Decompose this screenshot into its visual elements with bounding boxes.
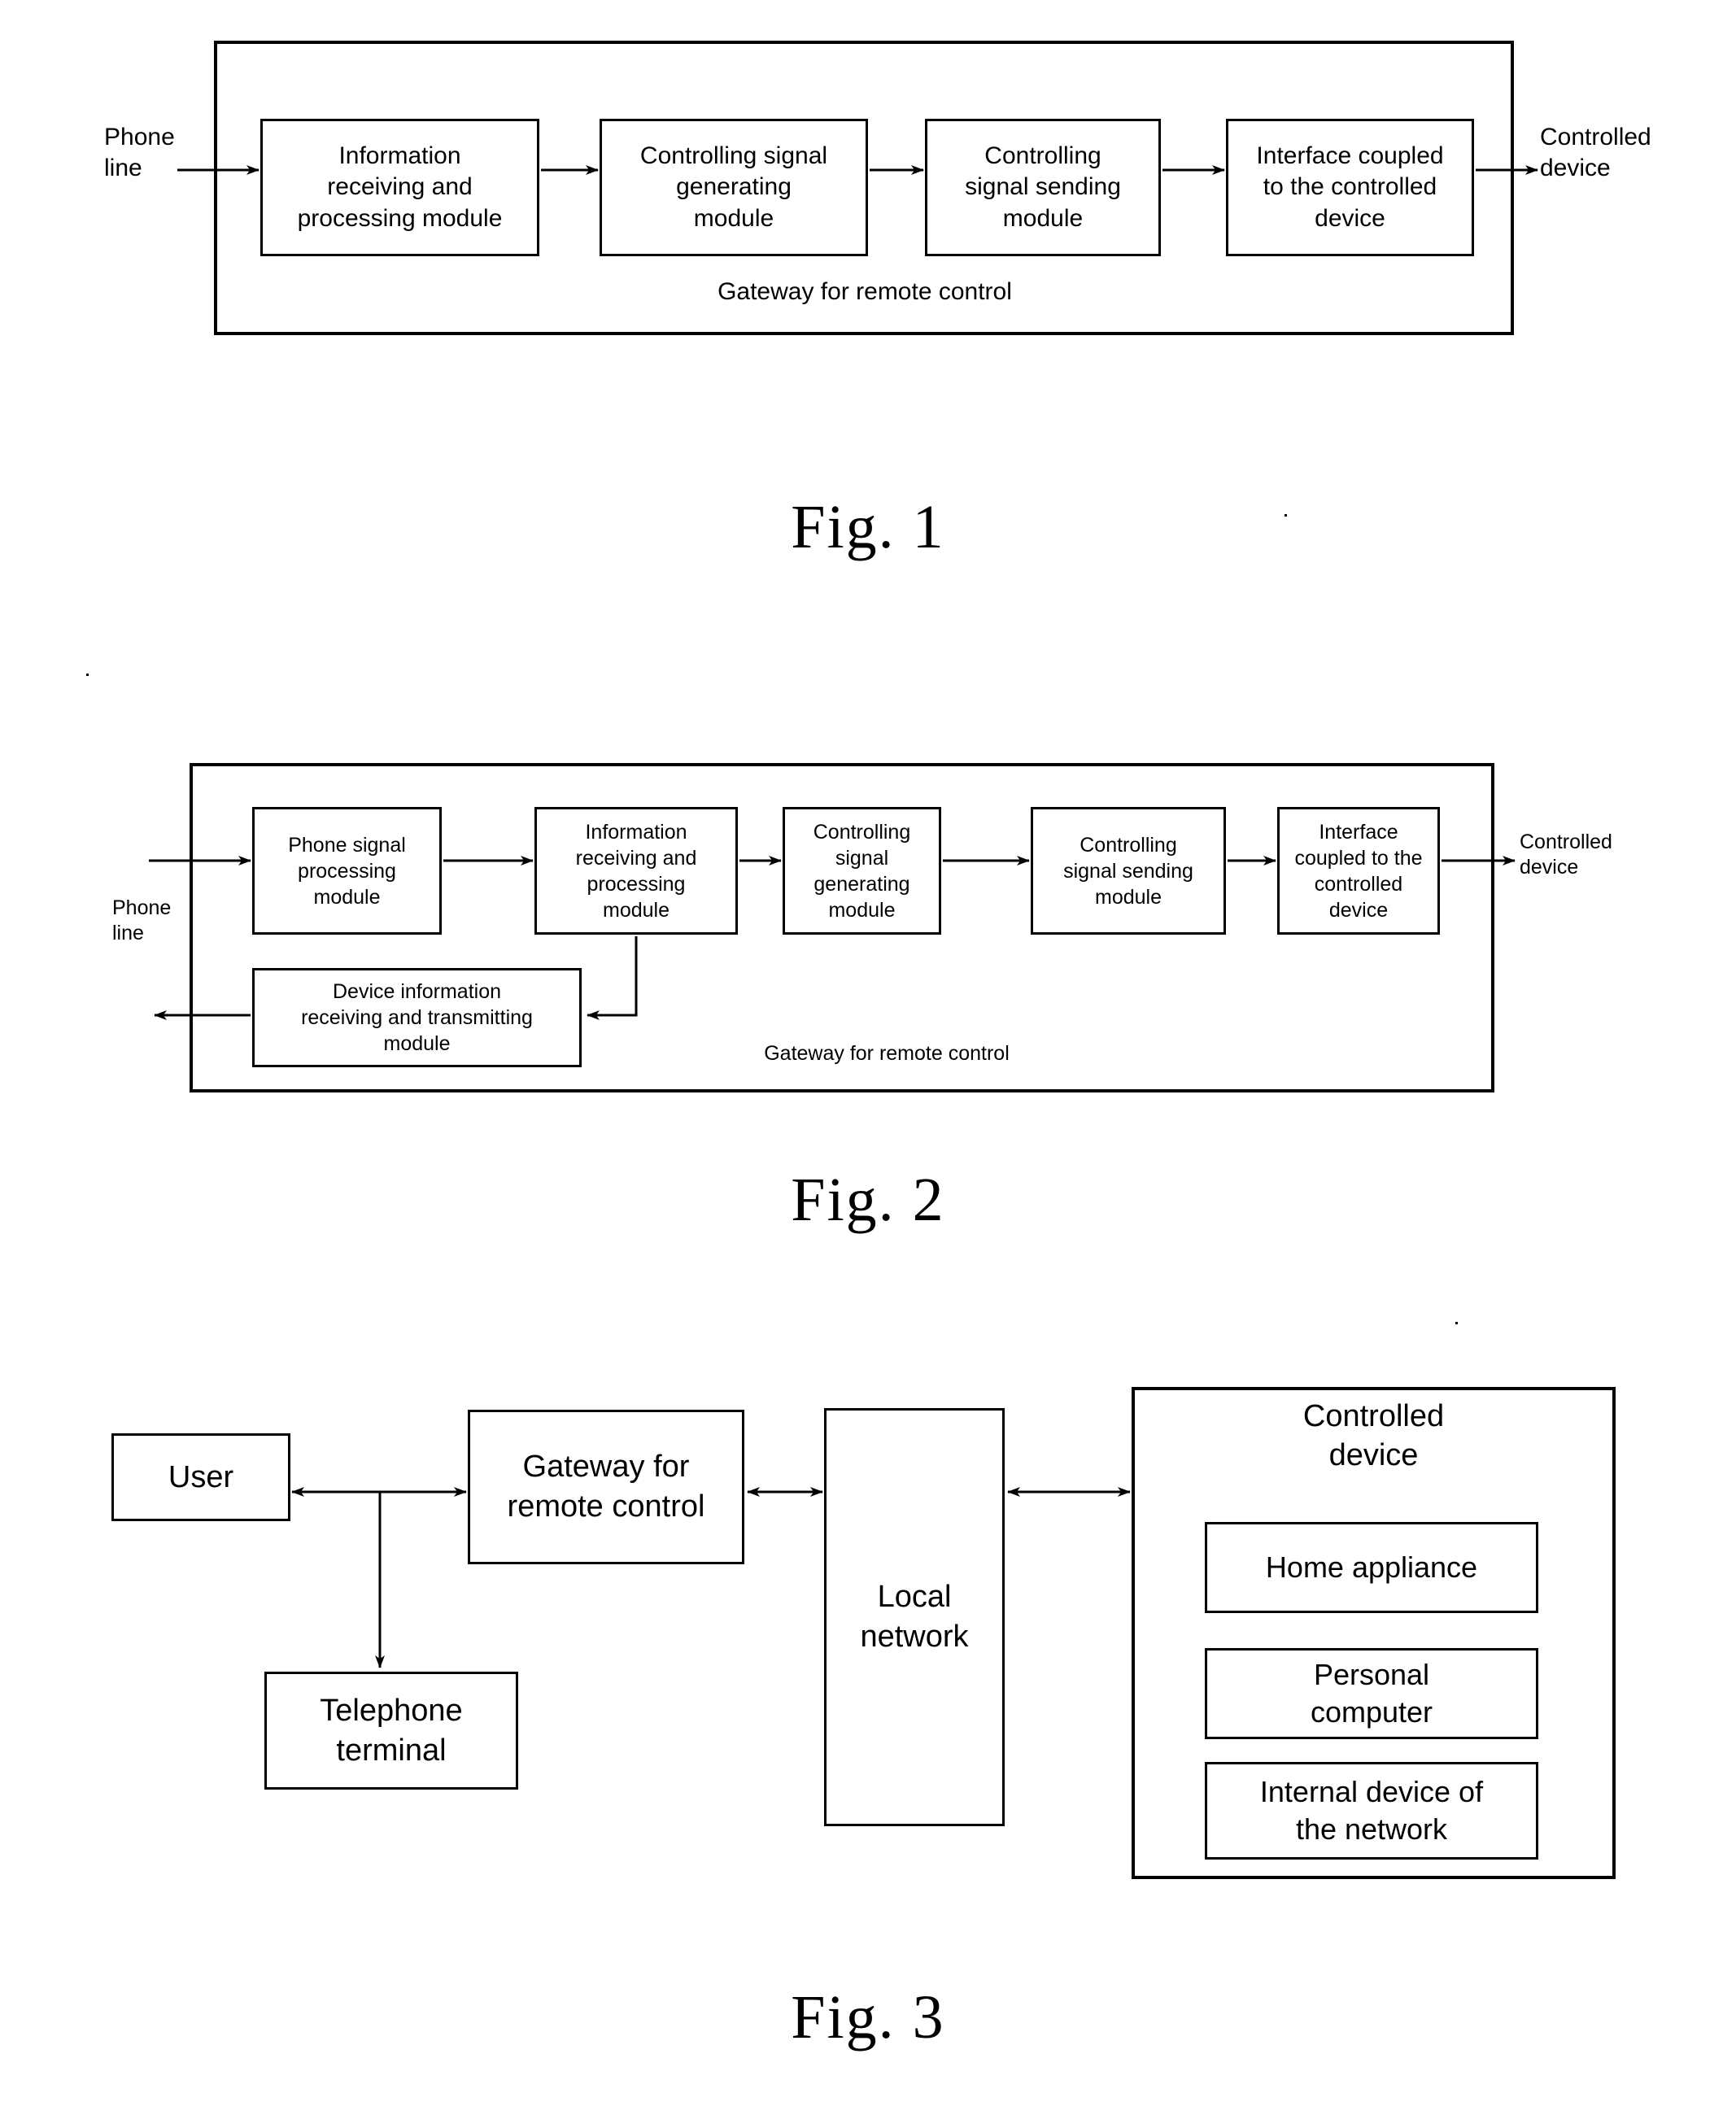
fig2-block-controlling-signal-generating: Controlling signal generating module (783, 807, 941, 935)
fig2-block-phone-signal-processing: Phone signal processing module (252, 807, 442, 935)
scan-speck (1285, 514, 1287, 517)
fig3-block-home-appliance: Home appliance (1205, 1522, 1538, 1613)
fig2-block-information-receiving-processing: Information receiving and processing mod… (534, 807, 738, 935)
fig2-block-controlling-signal-sending: Controlling signal sending module (1031, 807, 1226, 935)
fig1-phone-line-label: Phone line (104, 124, 175, 181)
fig3-block-user: User (111, 1433, 290, 1521)
fig1-gateway-caption: Gateway for remote control (718, 278, 1012, 305)
scan-speck (1455, 1322, 1458, 1324)
scan-speck (86, 674, 89, 676)
fig2-caption: Fig. 2 (791, 1166, 945, 1234)
fig3-block-gateway-for-remote-control: Gateway for remote control (468, 1410, 744, 1564)
fig1-caption: Fig. 1 (791, 493, 945, 561)
fig3-block-personal-computer: Personal computer (1205, 1648, 1538, 1739)
fig2-controlled-device-label: Controlled device (1520, 831, 1612, 879)
fig1-block-controlling-signal-generating: Controlling signal generating module (600, 119, 868, 256)
fig1-block-information-receiving-processing: Information receiving and processing mod… (260, 119, 539, 256)
fig1-block-controlling-signal-sending: Controlling signal sending module (925, 119, 1161, 256)
fig2-gateway-caption: Gateway for remote control (764, 1042, 1010, 1065)
fig2-block-interface-coupled-controlled-device: Interface coupled to the controlled devi… (1277, 807, 1440, 935)
fig2-block-device-information-receiving-transmitting: Device information receiving and transmi… (252, 968, 582, 1067)
fig3-block-local-network: Local network (824, 1408, 1005, 1826)
fig3-caption: Fig. 3 (791, 1983, 945, 2052)
fig3-controlled-device-title: Controlled device (1302, 1399, 1445, 1472)
fig1-controlled-device-label: Controlled device (1540, 124, 1651, 181)
fig3-block-telephone-terminal: Telephone terminal (264, 1672, 518, 1790)
patent-figure-sheet: Phone line Controlled device Information… (0, 0, 1736, 2128)
fig3-block-internal-device-of-network: Internal device of the network (1205, 1762, 1538, 1860)
fig2-phone-line-label: Phone line (112, 896, 172, 945)
fig1-block-interface-coupled-controlled-device: Interface coupled to the controlled devi… (1226, 119, 1474, 256)
